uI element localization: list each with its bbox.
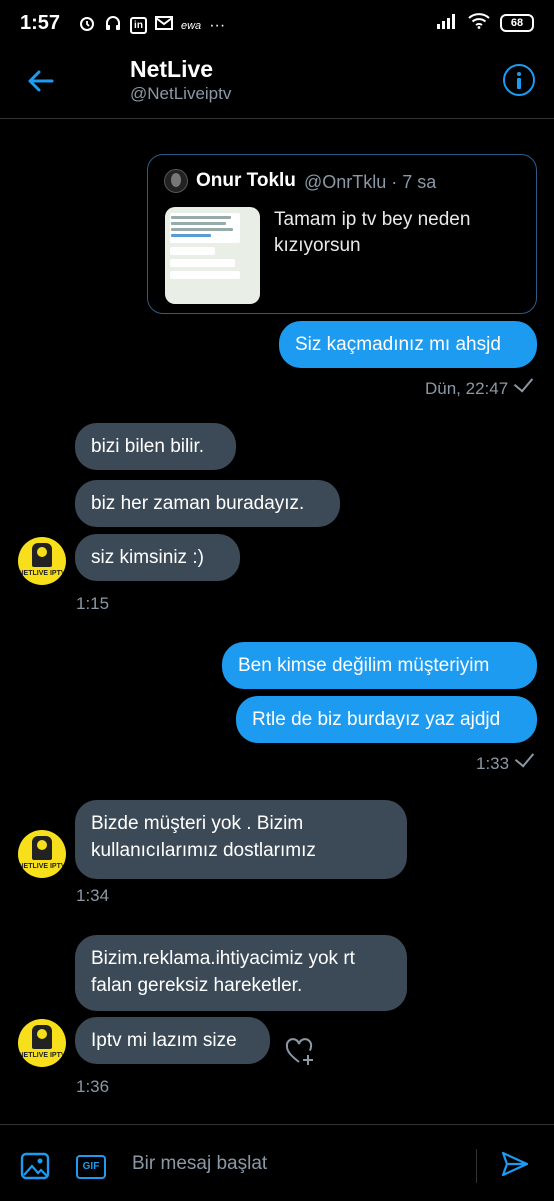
heart-plus-icon xyxy=(285,1038,313,1065)
info-icon xyxy=(517,72,521,76)
divider xyxy=(476,1149,477,1183)
message-input[interactable] xyxy=(132,1149,452,1179)
outgoing-message[interactable]: Rtle de biz burdayız yaz ajdjd xyxy=(236,696,537,743)
message-timestamp: 1:33 xyxy=(476,747,535,774)
conversation-handle: @NetLiveiptv xyxy=(130,84,232,103)
incoming-message[interactable]: Bizde müşteri yok . Bizim kullanıcılarım… xyxy=(75,800,407,879)
outgoing-message[interactable]: Ben kimse değilim müşteriyim xyxy=(222,642,537,689)
conversation-title[interactable]: NetLive xyxy=(130,56,213,83)
signal-icon xyxy=(436,13,458,34)
gif-button[interactable]: GIF xyxy=(76,1155,106,1179)
avatar[interactable]: NETLIVE IPTV xyxy=(18,1019,66,1067)
incoming-message[interactable]: bizi bilen bilir. xyxy=(75,423,236,470)
wifi-icon xyxy=(468,12,490,34)
message-timestamp: Dün, 22:47 xyxy=(425,372,534,399)
message-timestamp: 1:15 xyxy=(76,594,110,613)
linkedin-icon: in xyxy=(130,17,147,34)
system-icons: 68 xyxy=(436,12,534,34)
status-bar: 1:57 in ewa ··· 68 xyxy=(0,0,554,50)
check-icon xyxy=(514,372,534,393)
more-notifications-icon: ··· xyxy=(209,16,226,34)
status-time: 1:57 xyxy=(20,12,61,34)
ewa-icon: ewa xyxy=(181,19,202,32)
media-button[interactable] xyxy=(20,1151,50,1181)
incoming-message[interactable]: Iptv mi lazım size xyxy=(75,1017,270,1064)
avatar[interactable]: NETLIVE IPTV xyxy=(18,537,66,585)
avatar[interactable]: NETLIVE IPTV xyxy=(18,830,66,878)
quoted-tweet-text: Tamam ip tv bey neden kızıyorsun xyxy=(274,209,471,256)
message-timestamp: 1:34 xyxy=(76,886,110,905)
quoted-tweet-card[interactable]: Onur Toklu @OnrTklu · 7 sa Tamam ip tv b… xyxy=(147,154,537,314)
incoming-message[interactable]: biz her zaman buradayız. xyxy=(75,480,340,527)
outgoing-message[interactable]: Siz kaçmadınız mı ahsjd xyxy=(279,321,537,368)
arrow-left-icon xyxy=(28,70,54,92)
conversation-header: NetLive @NetLiveiptv xyxy=(0,50,554,119)
mail-icon xyxy=(155,15,173,36)
image-icon xyxy=(20,1152,50,1180)
send-icon xyxy=(501,1151,529,1177)
battery-icon: 68 xyxy=(500,14,534,32)
quoted-tweet-name: Onur Toklu xyxy=(196,170,296,191)
message-timestamp: 1:36 xyxy=(76,1077,110,1096)
like-button[interactable] xyxy=(284,1036,316,1068)
check-icon xyxy=(514,747,535,768)
alarm-icon xyxy=(78,14,96,37)
incoming-message[interactable]: siz kimsiniz :) xyxy=(75,534,240,581)
send-button[interactable] xyxy=(500,1149,530,1179)
incoming-message[interactable]: Bizim.reklama.ihtiyacimiz yok rt falan g… xyxy=(75,935,407,1011)
back-button[interactable] xyxy=(24,64,58,98)
quoted-tweet-image[interactable] xyxy=(165,207,260,304)
message-composer: GIF xyxy=(0,1124,554,1201)
quoted-tweet-avatar xyxy=(164,169,188,193)
quoted-tweet-handle: @OnrTklu · 7 sa xyxy=(304,172,437,192)
info-button[interactable] xyxy=(503,64,535,96)
headphones-icon xyxy=(104,14,122,37)
notification-icons: in ewa ··· xyxy=(78,14,225,37)
